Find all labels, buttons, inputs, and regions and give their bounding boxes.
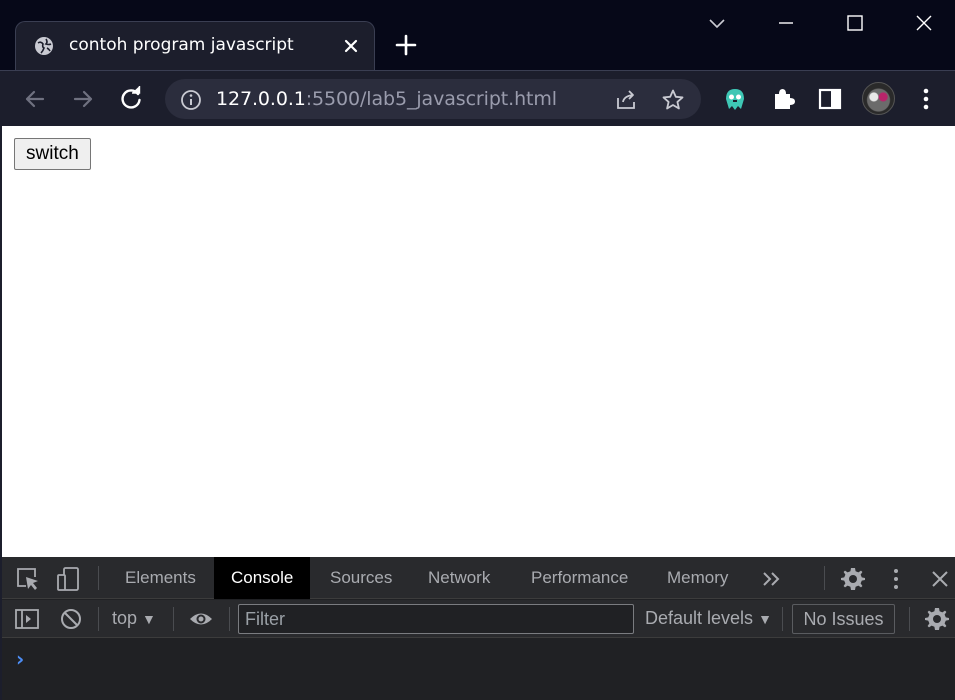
url-host: 127.0.0.1 xyxy=(216,88,306,110)
divider xyxy=(229,607,230,631)
console-toolbar: top ▼ Default levels ▼ No Issues xyxy=(2,600,955,638)
log-levels-dropdown[interactable]: Default levels ▼ xyxy=(645,608,772,629)
back-arrow-icon[interactable] xyxy=(21,85,49,113)
device-toolbar-icon[interactable] xyxy=(55,566,81,592)
switch-button[interactable]: switch xyxy=(14,138,91,170)
tab-sources[interactable]: Sources xyxy=(330,557,392,599)
puzzle-icon[interactable] xyxy=(769,85,797,113)
tab-memory[interactable]: Memory xyxy=(667,557,728,599)
chevron-down-icon[interactable] xyxy=(704,10,730,36)
share-icon[interactable] xyxy=(614,88,638,112)
page-viewport: switch xyxy=(0,126,955,557)
forward-arrow-icon[interactable] xyxy=(69,85,97,113)
reload-icon[interactable] xyxy=(117,85,145,113)
tab-console[interactable]: Console xyxy=(214,557,311,599)
plus-icon[interactable] xyxy=(394,33,418,57)
divider xyxy=(782,607,783,631)
divider xyxy=(824,566,825,590)
close-devtools-icon[interactable] xyxy=(927,566,953,592)
console-prompt[interactable]: › xyxy=(16,647,24,671)
console-settings-gear-icon[interactable] xyxy=(924,606,950,632)
devtools-tabbar: Elements Console Sources Network Perform… xyxy=(2,557,955,599)
caret-down-icon: ▼ xyxy=(142,611,156,627)
divider xyxy=(173,607,174,631)
url-text: 127.0.0.1:5500/lab5_javascript.html xyxy=(216,88,557,110)
divider xyxy=(98,607,99,631)
more-options-icon[interactable] xyxy=(883,566,909,592)
close-icon[interactable] xyxy=(911,10,937,36)
more-tabs-icon[interactable] xyxy=(759,566,785,592)
context-selector[interactable]: top ▼ xyxy=(112,608,156,629)
tab-network[interactable]: Network xyxy=(428,557,490,599)
sidebar-toggle-icon[interactable] xyxy=(14,606,40,632)
info-icon[interactable] xyxy=(180,89,202,111)
side-panel-icon[interactable] xyxy=(816,85,844,113)
address-bar[interactable]: 127.0.0.1:5500/lab5_javascript.html xyxy=(165,79,701,119)
inspect-element-icon[interactable] xyxy=(15,566,41,592)
avatar[interactable] xyxy=(862,82,895,115)
ghost-extension-icon[interactable] xyxy=(721,85,749,113)
devtools-panel: Elements Console Sources Network Perform… xyxy=(0,557,955,700)
issues-button[interactable]: No Issues xyxy=(792,604,895,634)
divider xyxy=(909,607,910,631)
url-path: :5500/lab5_javascript.html xyxy=(305,88,557,110)
tab-elements[interactable]: Elements xyxy=(125,557,196,599)
maximize-icon[interactable] xyxy=(842,10,868,36)
gear-icon[interactable] xyxy=(840,566,866,592)
star-icon[interactable] xyxy=(661,88,685,112)
menu-kebab-icon[interactable] xyxy=(912,85,940,113)
clear-console-icon[interactable] xyxy=(58,606,84,632)
filter-input[interactable] xyxy=(238,604,634,634)
title-bar: contoh program javascript xyxy=(0,0,955,70)
divider xyxy=(98,566,99,590)
caret-down-icon: ▼ xyxy=(758,611,772,627)
minimize-icon[interactable] xyxy=(773,10,799,36)
browser-toolbar: 127.0.0.1:5500/lab5_javascript.html xyxy=(0,70,955,126)
globe-icon xyxy=(35,37,53,55)
tab-performance[interactable]: Performance xyxy=(531,557,628,599)
close-icon[interactable] xyxy=(341,36,361,56)
context-label: top xyxy=(112,608,138,628)
tab-title: contoh program javascript xyxy=(69,35,294,55)
browser-tab[interactable]: contoh program javascript xyxy=(15,21,375,70)
log-levels-label: Default levels xyxy=(645,608,754,628)
eye-icon[interactable] xyxy=(188,606,214,632)
